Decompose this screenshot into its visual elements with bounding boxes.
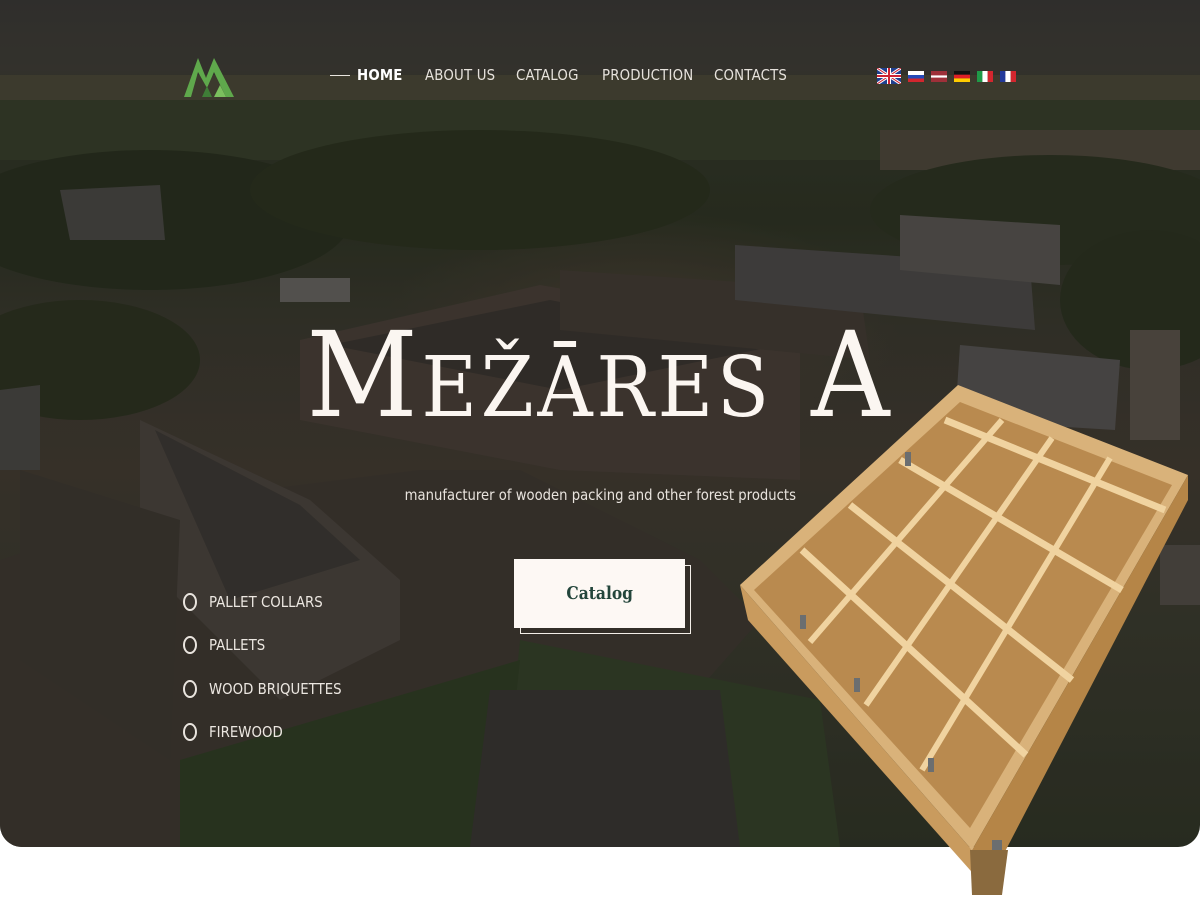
nav-home-link[interactable]: HOME xyxy=(357,66,403,84)
nav-item-catalog[interactable]: CATALOG xyxy=(516,66,602,85)
ring-icon xyxy=(183,723,197,742)
mezares-logo[interactable] xyxy=(180,52,238,100)
category-label: PALLET COLLARS xyxy=(209,592,323,611)
category-label: WOOD BRIQUETTES xyxy=(209,679,342,698)
category-item-pallet-collars[interactable]: PALLET COLLARS xyxy=(183,580,363,624)
ring-icon xyxy=(183,592,197,611)
catalog-button-label: Catalog xyxy=(566,583,633,604)
catalog-button[interactable]: Catalog xyxy=(514,559,685,628)
lv-flag[interactable] xyxy=(931,70,947,82)
nav-item-contacts[interactable]: CONTACTS xyxy=(714,66,794,85)
language-switcher xyxy=(877,68,1023,84)
pallet-collar-crate-image xyxy=(740,385,1188,895)
ru-flag[interactable] xyxy=(908,70,924,82)
category-label: PALLETS xyxy=(209,636,266,655)
nav-item-about[interactable]: ABOUT US xyxy=(425,66,516,85)
nav-item-home[interactable]: HOME xyxy=(357,66,425,85)
ring-icon xyxy=(183,679,197,698)
category-label: FIREWOOD xyxy=(209,723,283,742)
nav-contacts-link[interactable]: CONTACTS xyxy=(714,66,787,84)
main-nav: HOME ABOUT US CATALOG PRODUCTION CONTACT… xyxy=(330,66,794,85)
uk-flag[interactable] xyxy=(877,68,901,84)
category-item-pallets[interactable]: PALLETS xyxy=(183,624,363,668)
fr-flag[interactable] xyxy=(1000,70,1016,82)
nav-catalog-link[interactable]: CATALOG xyxy=(516,66,579,84)
category-item-wood-briquettes[interactable]: WOOD BRIQUETTES xyxy=(183,667,363,711)
active-indicator xyxy=(330,75,350,76)
it-flag[interactable] xyxy=(977,70,993,82)
nav-about-link[interactable]: ABOUT US xyxy=(425,66,495,84)
hero-subtitle-text: manufacturer of wooden packing and other… xyxy=(404,486,796,504)
category-list: PALLET COLLARS PALLETS WOOD BRIQUETTES F… xyxy=(183,580,363,754)
ring-icon xyxy=(183,636,197,655)
category-item-firewood[interactable]: FIREWOOD xyxy=(183,711,363,755)
nav-production-link[interactable]: PRODUCTION xyxy=(602,66,693,84)
nav-item-production[interactable]: PRODUCTION xyxy=(602,66,714,85)
de-flag[interactable] xyxy=(954,70,970,82)
